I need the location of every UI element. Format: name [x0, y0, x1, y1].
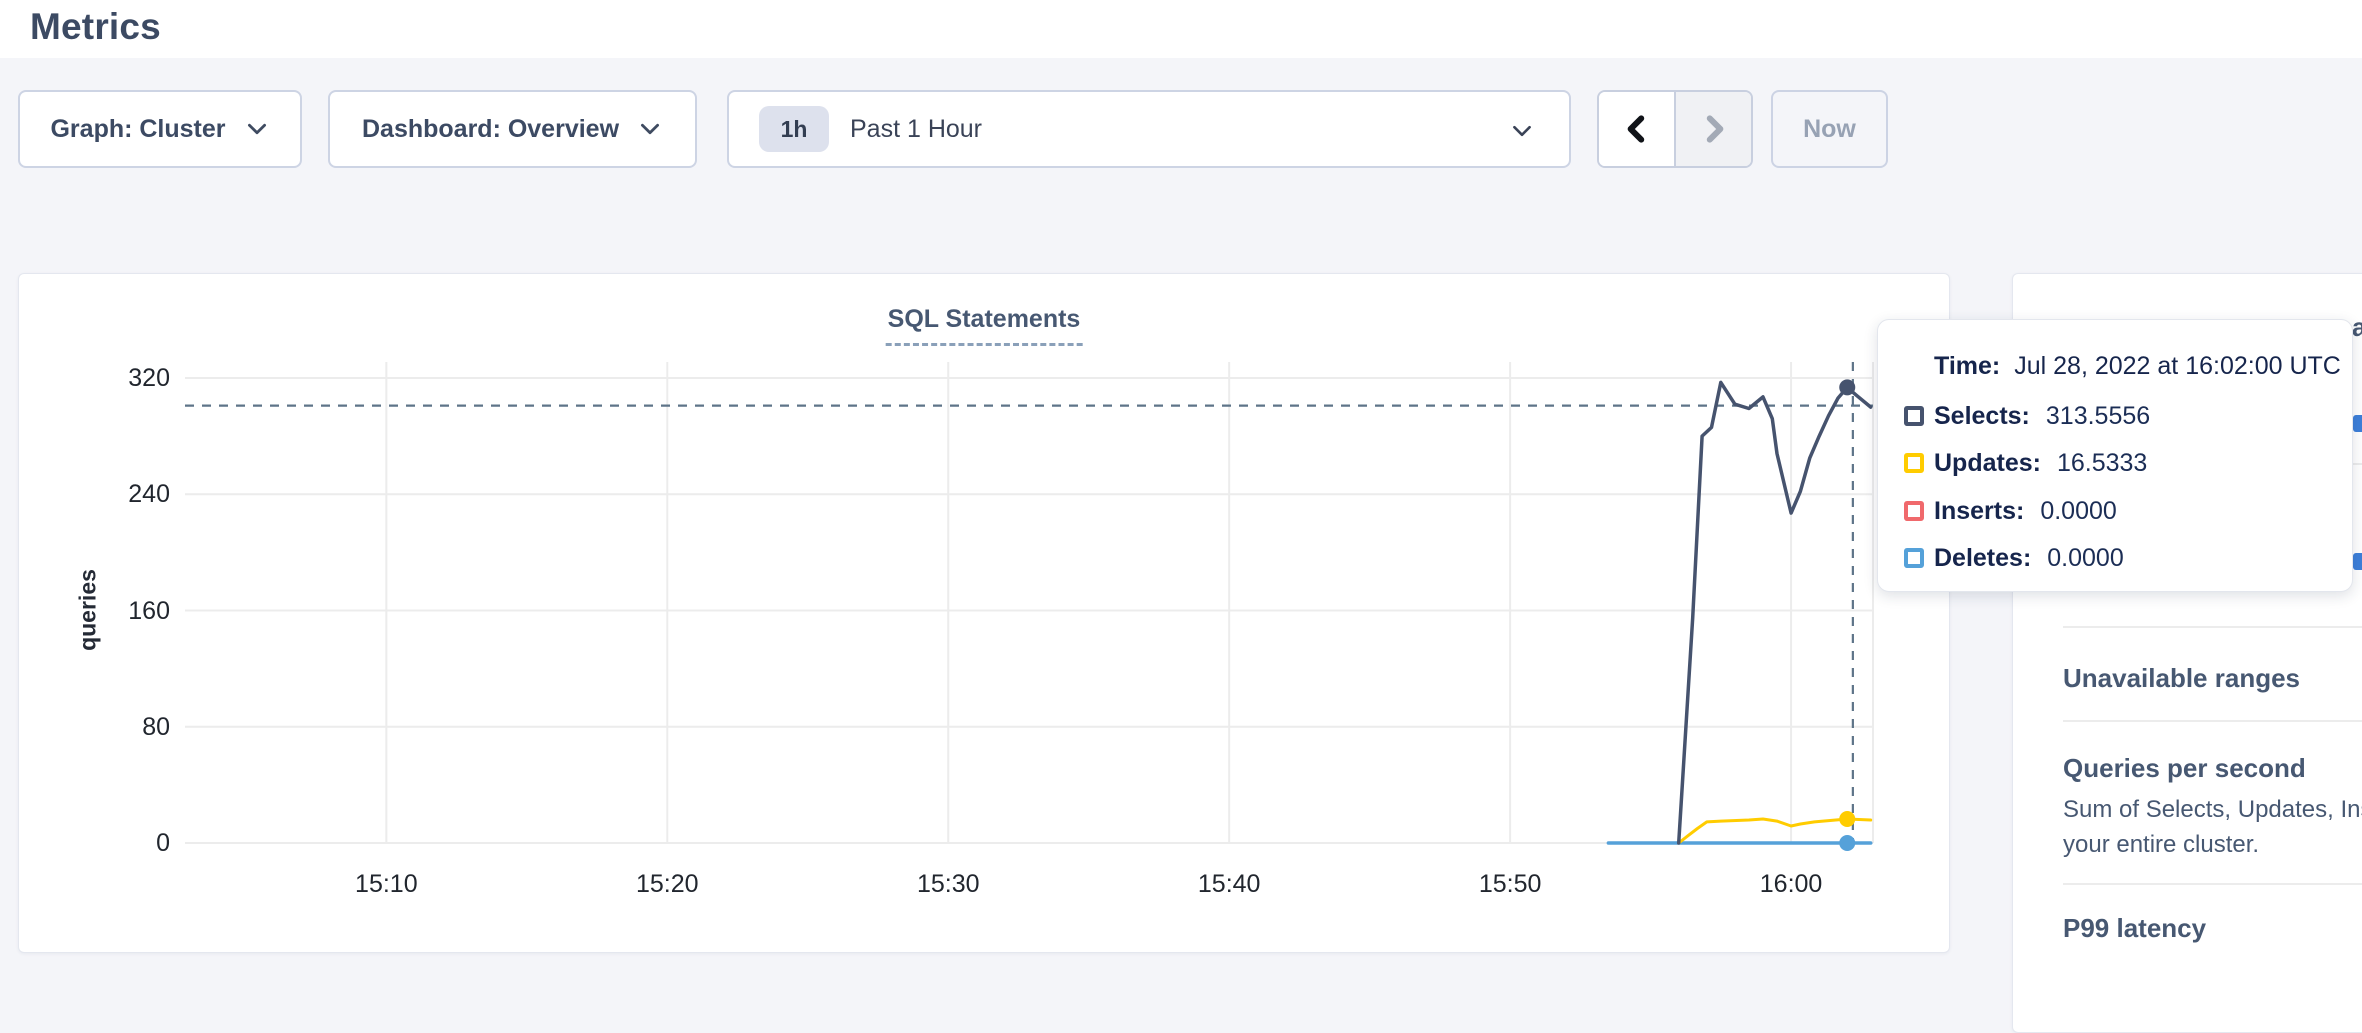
sql-statements-chart-card[interactable]: [18, 273, 1950, 953]
clipped-blue-fragment: [2353, 553, 2362, 570]
y-tick-label: 0: [60, 827, 170, 859]
series-legend-square-icon: [1904, 501, 1924, 521]
sidebar-description-line: your entire cluster.: [2063, 827, 2362, 862]
page-header-band: [0, 0, 2362, 58]
graph-selector-dropdown[interactable]: Graph: Cluster: [18, 90, 302, 168]
dashboard-selector-label: Dashboard: Overview: [362, 115, 619, 144]
series-legend-square-icon: [1904, 548, 1924, 568]
x-tick-label: 15:50: [1440, 868, 1580, 900]
next-time-button-disabled[interactable]: [1676, 92, 1751, 166]
tooltip-series-value: 313.5556: [2046, 402, 2150, 431]
sidebar-item: P99 latency: [2063, 885, 2362, 985]
previous-time-button[interactable]: [1599, 92, 1676, 166]
tooltip-series-value: 16.5333: [2057, 449, 2147, 478]
tooltip-series-label: Selects:: [1934, 402, 2030, 431]
tooltip-time-value: Jul 28, 2022 at 16:02:00 UTC: [2014, 352, 2341, 380]
sidebar-item-title: P99 latency: [2063, 911, 2362, 945]
time-range-label: Past 1 Hour: [850, 115, 982, 144]
now-button[interactable]: Now: [1771, 90, 1888, 168]
tooltip-time-label: Time:: [1934, 352, 2000, 380]
tooltip-series-value: 0.0000: [2040, 497, 2116, 526]
chart-title[interactable]: SQL Statements: [886, 305, 1083, 346]
dashboard-selector-dropdown[interactable]: Dashboard: Overview: [328, 90, 697, 168]
sidebar-item: Queries per second Sum of Selects, Update…: [2063, 722, 2362, 883]
sidebar-item-title: Unavailable ranges: [2063, 661, 2362, 695]
tooltip-series-label: Inserts:: [1934, 497, 2024, 526]
x-tick-label: 15:20: [597, 868, 737, 900]
clipped-blue-fragment: [2353, 415, 2362, 432]
chevron-left-icon: [1620, 112, 1654, 146]
chevron-down-icon: [637, 116, 663, 142]
graph-selector-label: Graph: Cluster: [50, 115, 225, 144]
tooltip-time-row: Time: Jul 28, 2022 at 16:02:00 UTC: [1934, 352, 2341, 381]
y-tick-label: 160: [60, 595, 170, 627]
tooltip-row: Inserts: 0.0000: [1904, 495, 2117, 527]
tooltip-row: Updates: 16.5333: [1904, 447, 2147, 479]
time-range-selector[interactable]: 1h Past 1 Hour: [727, 90, 1571, 168]
series-legend-square-icon: [1904, 453, 1924, 473]
x-tick-label: 15:40: [1159, 868, 1299, 900]
time-range-badge: 1h: [759, 106, 829, 152]
chevron-right-icon: [1697, 112, 1731, 146]
y-tick-label: 80: [60, 711, 170, 743]
x-tick-label: 16:00: [1721, 868, 1861, 900]
tooltip-series-label: Deletes:: [1934, 544, 2031, 573]
tooltip-row: Selects: 313.5556: [1904, 400, 2150, 432]
time-step-buttons: [1597, 90, 1753, 168]
sidebar-description-line: Sum of Selects, Updates, Inser: [2063, 792, 2362, 827]
sidebar-item-title: Queries per second: [2063, 751, 2362, 785]
y-tick-label: 240: [60, 478, 170, 510]
chevron-down-icon: [244, 116, 270, 142]
x-tick-label: 15:30: [878, 868, 1018, 900]
tooltip-row: Deletes: 0.0000: [1904, 542, 2124, 574]
series-legend-square-icon: [1904, 406, 1924, 426]
sidebar-item-description: Sum of Selects, Updates, Inseryour entir…: [2063, 792, 2362, 862]
now-button-label: Now: [1803, 115, 1856, 144]
tooltip-series-label: Updates:: [1934, 449, 2041, 478]
y-tick-label: 320: [60, 362, 170, 394]
clipped-text-fragment: a: [2352, 312, 2362, 343]
sidebar-item: Unavailable ranges: [2063, 628, 2362, 720]
x-tick-label: 15:10: [316, 868, 456, 900]
tooltip-series-value: 0.0000: [2047, 544, 2123, 573]
chevron-down-icon: [1509, 118, 1535, 144]
page-title: Metrics: [30, 6, 161, 48]
